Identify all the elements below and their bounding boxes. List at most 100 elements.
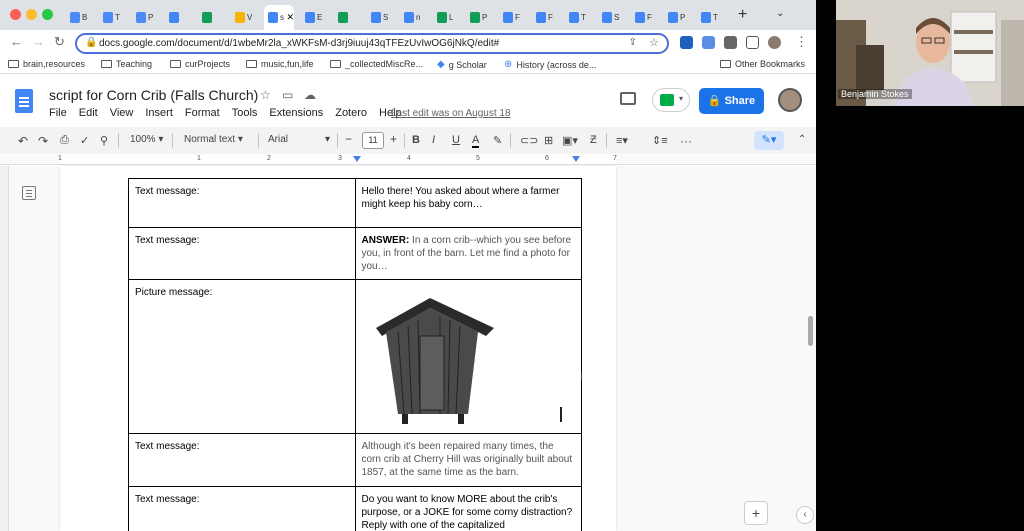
cloud-status-icon[interactable]: ☁: [304, 88, 316, 102]
link-icon[interactable]: ⊂⊃: [520, 134, 538, 147]
right-indent-marker[interactable]: [572, 156, 580, 162]
bookmark-folder[interactable]: Teaching: [101, 59, 152, 69]
corn-crib-image[interactable]: [368, 292, 498, 427]
clear-format-icon[interactable]: Ƶ: [590, 134, 597, 146]
browser-tab-active[interactable]: sc✕: [264, 5, 294, 30]
star-icon[interactable]: ☆: [260, 88, 271, 102]
browser-tab[interactable]: F: [499, 7, 524, 27]
text-color-button[interactable]: A: [472, 134, 480, 148]
share-page-icon[interactable]: ⇪: [629, 37, 637, 48]
browser-tab[interactable]: [334, 7, 359, 27]
bookmark-folder[interactable]: _collectedMiscRe...: [330, 59, 423, 69]
meet-button[interactable]: ▾: [652, 88, 690, 112]
paint-format-icon[interactable]: ⚲: [100, 134, 108, 147]
zoom-select[interactable]: 100% ▾: [130, 134, 163, 145]
browser-tab[interactable]: V: [231, 7, 256, 27]
bookmark-folder[interactable]: curProjects: [170, 59, 230, 69]
table-cell-content[interactable]: Do you want to know MORE about the crib'…: [354, 486, 582, 531]
menu-kebab-icon[interactable]: ⋮: [795, 34, 808, 50]
table-cell-label[interactable]: Text message:: [128, 178, 356, 228]
reload-icon[interactable]: ↻: [54, 34, 65, 50]
browser-tab[interactable]: L: [433, 7, 458, 27]
move-folder-icon[interactable]: ▭: [282, 88, 293, 102]
menu-item-format[interactable]: Format: [185, 107, 220, 119]
table-cell-label[interactable]: Text message:: [128, 486, 356, 531]
browser-tab[interactable]: T: [697, 7, 722, 27]
increase-font-size-button[interactable]: +: [390, 132, 397, 146]
menu-item-zotero[interactable]: Zotero: [335, 107, 367, 119]
table-cell-label[interactable]: Text message:: [128, 227, 356, 280]
bold-button[interactable]: B: [412, 134, 420, 146]
browser-tab[interactable]: S: [598, 7, 623, 27]
table-cell-label[interactable]: Picture message:: [128, 279, 356, 434]
menu-item-insert[interactable]: Insert: [145, 107, 173, 119]
style-select[interactable]: Normal text ▾: [184, 134, 243, 145]
menu-item-tools[interactable]: Tools: [232, 107, 258, 119]
spellcheck-icon[interactable]: ✓: [80, 134, 89, 147]
line-spacing-icon[interactable]: ⇕≡: [652, 134, 668, 147]
browser-tab[interactable]: S: [367, 7, 392, 27]
browser-tab[interactable]: B: [66, 7, 91, 27]
table-cell-content[interactable]: Hello there! You asked about where a far…: [354, 178, 582, 228]
menu-item-view[interactable]: View: [110, 107, 134, 119]
menu-item-extensions[interactable]: Extensions: [269, 107, 323, 119]
document-outline-icon[interactable]: [22, 186, 36, 200]
redo-icon[interactable]: ↷: [38, 134, 48, 148]
user-avatar[interactable]: [778, 88, 802, 112]
menu-item-edit[interactable]: Edit: [79, 107, 98, 119]
bookmark-star-icon[interactable]: ☆: [649, 36, 659, 49]
document-title[interactable]: script for Corn Crib (Falls Church): [49, 87, 258, 103]
font-select[interactable]: Arial: [268, 134, 288, 145]
document-page[interactable]: Text message: Hello there! You asked abo…: [60, 166, 616, 531]
docs-logo-icon[interactable]: [15, 89, 33, 113]
address-bar[interactable]: 🔒 docs.google.com/document/d/1wbeMr2la_x…: [75, 33, 669, 54]
table-cell-content[interactable]: Although it's been repaired many times, …: [354, 433, 582, 487]
indent-marker[interactable]: [353, 156, 361, 162]
more-options-icon[interactable]: ···: [680, 134, 692, 148]
forward-arrow-icon[interactable]: →: [32, 34, 45, 49]
browser-tab[interactable]: P: [664, 7, 689, 27]
table-cell-image[interactable]: [354, 279, 582, 434]
minimize-window-button[interactable]: [26, 9, 37, 20]
share-button[interactable]: 🔒 Share: [699, 88, 764, 114]
align-icon[interactable]: ≡▾: [616, 134, 628, 147]
close-window-button[interactable]: [10, 9, 21, 20]
back-arrow-icon[interactable]: ←: [10, 34, 23, 49]
insert-image-icon[interactable]: ▣▾: [562, 134, 578, 147]
decrease-font-size-button[interactable]: −: [345, 132, 352, 146]
table-cell-label[interactable]: Text message:: [128, 433, 356, 487]
last-edit-link[interactable]: Last edit was on August 18: [391, 108, 511, 119]
comment-history-icon[interactable]: [620, 92, 636, 105]
bookmark-folder[interactable]: brain,resources: [8, 59, 85, 69]
lock-icon[interactable]: 🔒: [85, 37, 97, 48]
underline-button[interactable]: U: [452, 134, 460, 146]
add-comment-icon[interactable]: ⊞: [544, 134, 553, 147]
bookmark-link[interactable]: ⊕ History (across de...: [504, 59, 596, 70]
table-cell-content[interactable]: ANSWER: In a corn crib--which you see be…: [354, 227, 582, 280]
chevron-down-icon[interactable]: ▾: [325, 134, 330, 145]
browser-tab[interactable]: P: [132, 7, 157, 27]
print-icon[interactable]: ⎙: [60, 134, 69, 147]
browser-tab[interactable]: T: [99, 7, 124, 27]
new-tab-button[interactable]: +: [738, 6, 747, 24]
extension-icon[interactable]: [702, 36, 715, 49]
extension-icon[interactable]: [680, 36, 693, 49]
editing-mode-button[interactable]: ✎▾: [754, 131, 784, 150]
browser-tab[interactable]: [198, 7, 223, 27]
browser-tab[interactable]: P: [466, 7, 491, 27]
browser-tab[interactable]: F: [631, 7, 656, 27]
explore-button[interactable]: +: [744, 501, 768, 525]
bookmark-link[interactable]: ◆ g Scholar: [437, 59, 487, 70]
bookmark-folder[interactable]: Other Bookmarks: [720, 59, 805, 69]
profile-avatar[interactable]: [768, 36, 781, 49]
italic-button[interactable]: I: [432, 134, 435, 146]
scrollbar[interactable]: [808, 316, 813, 346]
maximize-window-button[interactable]: [42, 9, 53, 20]
browser-tab[interactable]: n: [400, 7, 425, 27]
bookmark-folder[interactable]: music,fun,life: [246, 59, 314, 69]
menu-item-file[interactable]: File: [49, 107, 67, 119]
browser-tab[interactable]: T: [565, 7, 590, 27]
font-size-input[interactable]: 11: [362, 132, 384, 149]
undo-icon[interactable]: ↶: [18, 134, 28, 148]
side-panel-toggle-icon[interactable]: ‹: [796, 506, 814, 524]
